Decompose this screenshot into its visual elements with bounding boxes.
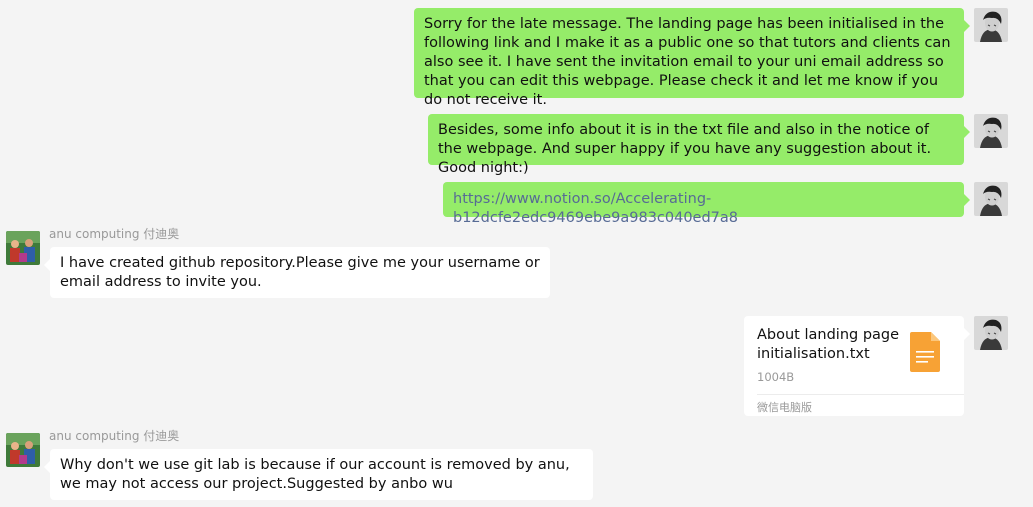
message-bubble-outgoing-link[interactable]: https://www.notion.so/Accelerating-b12dc… [443, 182, 970, 226]
self-avatar[interactable] [974, 8, 1008, 42]
sender-name: anu computing 付迪奥 [49, 429, 180, 443]
message-bubble-incoming[interactable]: Why don't we use git lab is because if o… [44, 449, 593, 500]
message-bubble-outgoing[interactable]: Besides, some info about it is in the tx… [428, 114, 970, 176]
message-text: Why don't we use git lab is because if o… [60, 457, 570, 492]
message-text: I have created github repository.Please … [60, 255, 540, 290]
contact-avatar[interactable] [6, 231, 40, 265]
divider [757, 394, 964, 395]
self-avatar[interactable] [974, 182, 1008, 216]
file-name: About landing page initialisation.txt [757, 327, 900, 362]
message-text: Sorry for the late message. The landing … [424, 16, 951, 108]
message-bubble-incoming[interactable]: I have created github repository.Please … [44, 247, 550, 298]
message-bubble-outgoing[interactable]: Sorry for the late message. The landing … [414, 8, 970, 108]
person-portrait-icon [974, 114, 1008, 148]
self-avatar[interactable] [974, 114, 1008, 148]
person-portrait-icon [974, 8, 1008, 42]
group-photo-icon [6, 231, 40, 265]
file-source-label: 微信电脑版 [757, 401, 812, 414]
group-photo-icon [6, 433, 40, 467]
sender-name: anu computing 付迪奥 [49, 227, 180, 241]
file-size: 1004B [757, 370, 795, 384]
message-link[interactable]: https://www.notion.so/Accelerating-b12dc… [453, 191, 738, 226]
contact-avatar[interactable] [6, 433, 40, 467]
file-attachment-card[interactable]: About landing page initialisation.txt 10… [744, 316, 970, 416]
document-icon [910, 332, 940, 372]
self-avatar[interactable] [974, 316, 1008, 350]
message-text: Besides, some info about it is in the tx… [438, 122, 932, 176]
person-portrait-icon [974, 182, 1008, 216]
person-portrait-icon [974, 316, 1008, 350]
